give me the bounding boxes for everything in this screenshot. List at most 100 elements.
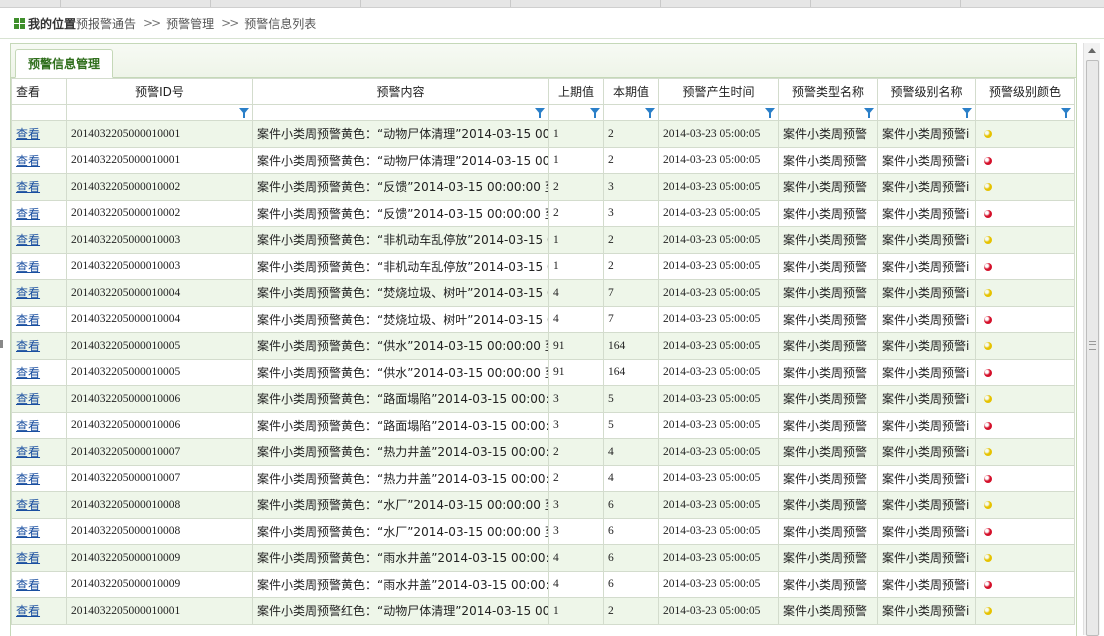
table-row: 查看 2014032205000010005 案件小类周预警黄色：“供水”2014-… bbox=[11, 358, 1075, 386]
warning-id-cell: 2014032205000010008 bbox=[66, 491, 253, 519]
current-value-cell: 3 bbox=[603, 199, 659, 227]
view-link[interactable]: 查看 bbox=[16, 180, 40, 194]
warning-content-cell: 案件小类周预警黄色：“焚烧垃圾、树叶”2014-03-15 00 bbox=[252, 279, 549, 307]
view-link[interactable]: 查看 bbox=[16, 366, 40, 380]
breadcrumb: 我的位置 预报警通告 >> 预警管理 >> 预警信息列表 bbox=[0, 8, 1104, 39]
warning-level-cell: 案件小类周预警i bbox=[877, 385, 976, 413]
current-value-cell: 6 bbox=[603, 491, 659, 519]
previous-value-cell: 1 bbox=[548, 252, 604, 280]
view-cell: 查看 bbox=[11, 597, 67, 625]
view-link[interactable]: 查看 bbox=[16, 472, 40, 486]
view-cell: 查看 bbox=[11, 464, 67, 492]
warning-time-cell: 2014-03-23 05:00:05 bbox=[658, 146, 779, 174]
warning-content-cell: 案件小类周预警黄色：“非机动车乱停放”2014-03-15 00 bbox=[252, 226, 549, 254]
breadcrumb-title: 我的位置 bbox=[28, 16, 77, 31]
tab-warning-info-management[interactable]: 预警信息管理 bbox=[15, 49, 114, 78]
view-link[interactable]: 查看 bbox=[16, 207, 40, 221]
breadcrumb-item-warning-list[interactable]: 预警信息列表 bbox=[244, 15, 316, 32]
warning-level-cell: 案件小类周预警i bbox=[877, 570, 976, 598]
grid-icon bbox=[14, 17, 25, 29]
column-header-view[interactable]: 查看 bbox=[11, 78, 67, 105]
warning-content-cell: 案件小类周预警黄色：“热力井盖”2014-03-15 00:00:00 ; bbox=[252, 464, 549, 492]
warning-time-cell: 2014-03-23 05:00:05 bbox=[658, 438, 779, 466]
warning-level-cell: 案件小类周预警i bbox=[877, 544, 976, 572]
tab-bar: 预警信息管理 bbox=[11, 44, 1076, 78]
view-link[interactable]: 查看 bbox=[16, 604, 40, 618]
warning-level-cell: 案件小类周预警i bbox=[877, 358, 976, 386]
column-header-level[interactable]: 预警级别名称 bbox=[877, 78, 976, 105]
warning-table: 查看 预警ID号 预警内容 上期值 本期值 预警产生时间 预警类型名称 预警级别名称 预警级别颜… bbox=[11, 78, 1075, 625]
warning-color-cell bbox=[975, 411, 1075, 439]
warning-color-cell bbox=[975, 464, 1075, 492]
view-link[interactable]: 查看 bbox=[16, 154, 40, 168]
view-link[interactable]: 查看 bbox=[16, 445, 40, 459]
warning-id-cell: 2014032205000010001 bbox=[66, 146, 253, 174]
warning-id-cell: 2014032205000010001 bbox=[66, 120, 253, 148]
view-link[interactable]: 查看 bbox=[16, 286, 40, 300]
red-dot-icon bbox=[984, 209, 992, 218]
view-cell: 查看 bbox=[11, 491, 67, 519]
column-header-time[interactable]: 预警产生时间 bbox=[658, 78, 779, 105]
previous-value-cell: 2 bbox=[548, 199, 604, 227]
warning-time-cell: 2014-03-23 05:00:05 bbox=[658, 199, 779, 227]
warning-type-cell: 案件小类周预警 bbox=[778, 305, 878, 333]
warning-content-cell: 案件小类周预警红色：“动物尸体清理”2014-03-15 00:0( bbox=[252, 597, 549, 625]
view-link[interactable]: 查看 bbox=[16, 551, 40, 565]
yellow-dot-icon bbox=[984, 607, 992, 616]
view-link[interactable]: 查看 bbox=[16, 260, 40, 274]
breadcrumb-item-warning-management[interactable]: 预警管理 bbox=[166, 15, 214, 32]
warning-color-cell bbox=[975, 491, 1075, 519]
filter-funnel-icon[interactable] bbox=[765, 108, 775, 118]
column-header-color[interactable]: 预警级别颜色 bbox=[975, 78, 1075, 105]
warning-type-cell: 案件小类周预警 bbox=[778, 544, 878, 572]
view-link[interactable]: 查看 bbox=[16, 578, 40, 592]
filter-funnel-icon[interactable] bbox=[1061, 108, 1071, 118]
previous-value-cell: 4 bbox=[548, 570, 604, 598]
warning-id-cell: 2014032205000010003 bbox=[66, 252, 253, 280]
scrollbar-thumb[interactable] bbox=[1086, 60, 1099, 636]
table-row: 查看 2014032205000010002 案件小类周预警黄色：“反馈”2014-… bbox=[11, 199, 1075, 227]
warning-id-cell: 2014032205000010009 bbox=[66, 570, 253, 598]
warning-content-cell: 案件小类周预警黄色：“动物尸体清理”2014-03-15 00:0( bbox=[252, 146, 549, 174]
scroll-up-arrow-icon[interactable] bbox=[1084, 43, 1100, 59]
previous-value-cell: 3 bbox=[548, 517, 604, 545]
warning-content-cell: 案件小类周预警黄色：“反馈”2014-03-15 00:00:00 至 20 bbox=[252, 173, 549, 201]
table-row: 查看 2014032205000010006 案件小类周预警黄色：“路面塌陷”201… bbox=[11, 385, 1075, 413]
breadcrumb-item-notice[interactable]: 预报警通告 bbox=[76, 15, 136, 32]
warning-type-cell: 案件小类周预警 bbox=[778, 570, 878, 598]
warning-type-cell: 案件小类周预警 bbox=[778, 226, 878, 254]
filter-cell-time bbox=[658, 104, 779, 121]
warning-time-cell: 2014-03-23 05:00:05 bbox=[658, 173, 779, 201]
filter-cell-color bbox=[975, 104, 1075, 121]
view-link[interactable]: 查看 bbox=[16, 419, 40, 433]
filter-funnel-icon[interactable] bbox=[239, 108, 249, 118]
filter-funnel-icon[interactable] bbox=[962, 108, 972, 118]
column-header-curr[interactable]: 本期值 bbox=[603, 78, 659, 105]
warning-type-cell: 案件小类周预警 bbox=[778, 358, 878, 386]
previous-value-cell: 1 bbox=[548, 597, 604, 625]
warning-type-cell: 案件小类周预警 bbox=[778, 146, 878, 174]
table-row: 查看 2014032205000010003 案件小类周预警黄色：“非机动车乱停放”… bbox=[11, 226, 1075, 254]
view-link[interactable]: 查看 bbox=[16, 313, 40, 327]
filter-funnel-icon[interactable] bbox=[645, 108, 655, 118]
vertical-scrollbar[interactable] bbox=[1083, 43, 1100, 636]
view-link[interactable]: 查看 bbox=[16, 339, 40, 353]
view-link[interactable]: 查看 bbox=[16, 233, 40, 247]
view-link[interactable]: 查看 bbox=[16, 525, 40, 539]
warning-id-cell: 2014032205000010006 bbox=[66, 385, 253, 413]
column-header-type[interactable]: 预警类型名称 bbox=[778, 78, 878, 105]
column-header-id[interactable]: 预警ID号 bbox=[66, 78, 253, 105]
filter-funnel-icon[interactable] bbox=[535, 108, 545, 118]
warning-id-cell: 2014032205000010007 bbox=[66, 464, 253, 492]
column-header-content[interactable]: 预警内容 bbox=[252, 78, 549, 105]
warning-id-cell: 2014032205000010007 bbox=[66, 438, 253, 466]
table-row: 查看 2014032205000010007 案件小类周预警黄色：“热力井盖”201… bbox=[11, 464, 1075, 492]
yellow-dot-icon bbox=[984, 289, 992, 298]
view-link[interactable]: 查看 bbox=[16, 127, 40, 141]
filter-funnel-icon[interactable] bbox=[590, 108, 600, 118]
warning-content-cell: 案件小类周预警黄色：“水厂”2014-03-15 00:00:00 至 20 bbox=[252, 517, 549, 545]
view-link[interactable]: 查看 bbox=[16, 392, 40, 406]
view-link[interactable]: 查看 bbox=[16, 498, 40, 512]
filter-funnel-icon[interactable] bbox=[864, 108, 874, 118]
column-header-prev[interactable]: 上期值 bbox=[548, 78, 604, 105]
